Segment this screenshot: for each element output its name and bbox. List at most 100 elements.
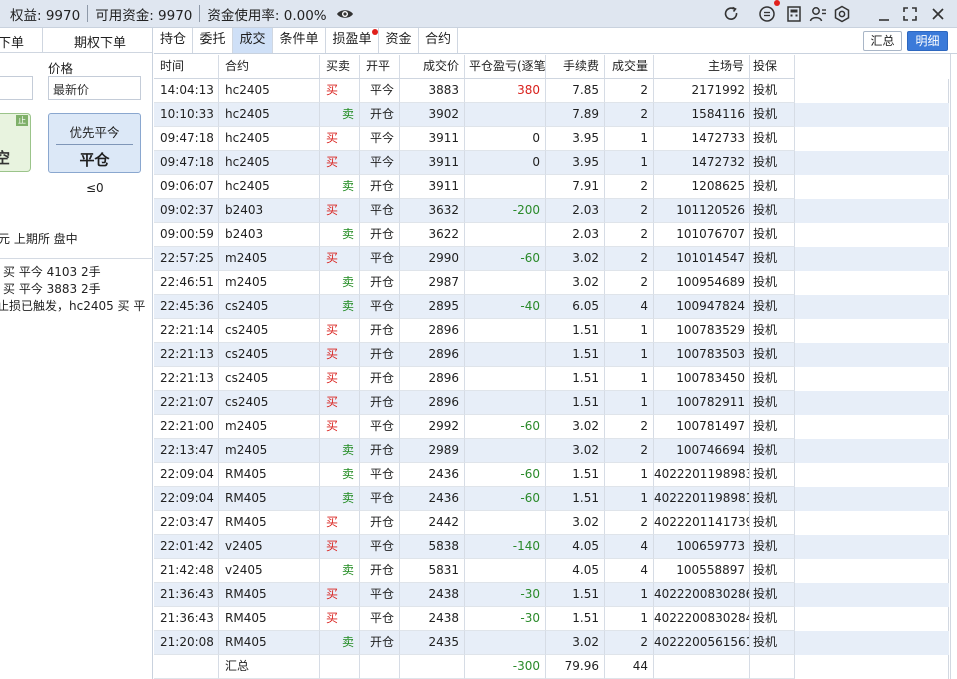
cell-contract: cs2405 [219,367,320,391]
quantity-input[interactable] [0,76,33,100]
cell-time: 22:21:07 [154,391,219,415]
table-row[interactable]: 22:46:51 m2405 卖开仓 2987 3.02 2 100954689 投机 [154,271,949,295]
cell-volume: 2 [605,199,654,223]
cell-time: 09:06:07 [154,175,219,199]
cell-hedge: 投机 [750,415,795,439]
table-row[interactable]: 22:21:13 cs2405 买开仓 2896 1.51 1 100783450 投机 [154,367,949,391]
cell-trade-no: 100783529 [654,319,750,343]
column-header[interactable]: 投保 [750,55,795,79]
cell-open-close: 平仓 [360,415,400,439]
cell-trade-no: 4022201198983 [654,463,750,487]
cell-side: 卖 [320,487,360,511]
cell-open-close: 平今 [360,151,400,175]
cell-open-close: 平仓 [360,295,400,319]
cell-price: 2989 [400,439,465,463]
maximize-icon[interactable] [900,4,920,24]
cell-hedge: 投机 [750,583,795,607]
cell-close-pnl [465,271,546,295]
cell-close-pnl [465,439,546,463]
table-row[interactable]: 22:21:07 cs2405 买开仓 2896 1.51 1 100782911 投机 [154,391,949,415]
tab-order[interactable]: 下单 [0,32,24,51]
total-fee: 79.96 [546,655,605,679]
close-position-button[interactable]: 优先平今 平仓 [48,113,141,173]
cell-open-close: 开仓 [360,511,400,535]
table-row[interactable]: 09:47:18 hc2405 买平今 3911 0 3.95 1 1472732 投机 [154,151,949,175]
cell-price: 2987 [400,271,465,295]
cell-open-close: 开仓 [360,439,400,463]
calculator-icon[interactable] [784,4,804,24]
table-row[interactable]: 22:13:47 m2405 卖开仓 2989 3.02 2 100746694 投机 [154,439,949,463]
cell-close-pnl [465,175,546,199]
table-row[interactable]: 22:57:25 m2405 买平仓 2990 -60 3.02 2 101014547 投机 [154,247,949,271]
table-row[interactable]: 22:21:00 m2405 买平仓 2992 -60 3.02 2 100781497 投机 [154,415,949,439]
close-icon[interactable] [928,4,948,24]
tab-orders[interactable]: 委托 [193,28,233,53]
cell-contract: hc2405 [219,79,320,103]
detail-button[interactable]: 明细 [907,31,948,51]
sell-open-button[interactable]: 止 空 [0,113,31,172]
table-row[interactable]: 09:06:07 hc2405 卖开仓 3911 7.91 2 1208625 投机 [154,175,949,199]
gear-icon[interactable] [832,4,852,24]
table-row[interactable]: 21:42:48 v2405 卖开仓 5831 4.05 4 100558897 投机 [154,559,949,583]
table-row[interactable]: 22:45:36 cs2405 卖平仓 2895 -40 6.05 4 100947824 投机 [154,295,949,319]
cell-side: 买 [320,583,360,607]
column-header[interactable]: 开平 [360,55,400,79]
tab-contracts[interactable]: 合约 [419,28,458,53]
table-row[interactable]: 22:09:04 RM405 卖平仓 2436 -60 1.51 1 402220119898… [154,463,949,487]
table-row[interactable]: 22:01:42 v2405 买平仓 5838 -140 4.05 4 100659773 投机 [154,535,949,559]
tab-conditional-orders[interactable]: 条件单 [273,28,326,53]
cell-hedge: 投机 [750,223,795,247]
tab-option-order[interactable]: 期权下单 [74,32,126,51]
cell-close-pnl [465,391,546,415]
cell-volume: 1 [605,607,654,631]
message-icon[interactable] [757,4,777,24]
cell-contract: hc2405 [219,175,320,199]
column-header[interactable]: 主场号 [654,55,750,79]
table-row[interactable]: 21:36:43 RM405 买平仓 2438 -30 1.51 1 402220083028… [154,607,949,631]
table-row[interactable]: 21:36:43 RM405 买平仓 2438 -30 1.51 1 402220083028… [154,583,949,607]
table-row[interactable]: 09:47:18 hc2405 买平今 3911 0 3.95 1 1472733 投机 [154,127,949,151]
cell-contract: v2405 [219,535,320,559]
stop-tag: 止 [16,115,28,126]
table-row[interactable]: 10:10:33 hc2405 卖开仓 3902 7.89 2 1584116 投机 [154,103,949,127]
cell-contract: cs2405 [219,295,320,319]
refresh-icon[interactable] [721,4,741,24]
tab-funds[interactable]: 资金 [379,28,419,53]
cell-open-close: 开仓 [360,631,400,655]
column-header[interactable]: 买卖 [320,55,360,79]
table-row[interactable]: 22:21:13 cs2405 买开仓 2896 1.51 1 100783503 投机 [154,343,949,367]
user-settings-icon[interactable] [808,4,828,24]
table-row[interactable]: 14:04:13 hc2405 买平今 3883 380 7.85 2 2171992 投机 [154,79,949,103]
cell-trade-no: 100558897 [654,559,750,583]
table-row[interactable]: 21:20:08 RM405 卖开仓 2435 3.02 2 4022200561561 投机 [154,631,949,655]
column-header[interactable]: 平仓盈亏(逐笔) [465,55,546,79]
cell-price: 3911 [400,151,465,175]
table-row[interactable]: 22:09:04 RM405 卖平仓 2436 -60 1.51 1 402220119898… [154,487,949,511]
column-header[interactable]: 成交价 [400,55,465,79]
cell-volume: 1 [605,319,654,343]
cell-open-close: 开仓 [360,319,400,343]
cell-fee: 3.02 [546,415,605,439]
tab-positions[interactable]: 持仓 [154,28,193,53]
column-header[interactable]: 合约 [219,55,320,79]
summary-button[interactable]: 汇总 [863,31,902,51]
cell-hedge: 投机 [750,439,795,463]
table-row[interactable]: 22:03:47 RM405 买开仓 2442 3.02 2 4022201141739 投机 [154,511,949,535]
cell-volume: 1 [605,463,654,487]
table-row[interactable]: 09:00:59 b2403 卖开仓 3622 2.03 2 101076707 投机 [154,223,949,247]
tab-trades[interactable]: 成交 [233,28,273,53]
column-header[interactable]: 手续费 [546,55,605,79]
cell-close-pnl: -40 [465,295,546,319]
minimize-icon[interactable] [874,4,894,24]
column-header[interactable]: 成交量 [605,55,654,79]
table-row[interactable]: 22:21:14 cs2405 买开仓 2896 1.51 1 100783529 投机 [154,319,949,343]
eye-icon[interactable] [336,5,354,23]
cell-hedge: 投机 [750,391,795,415]
cell-close-pnl [465,319,546,343]
cell-trade-no: 1472732 [654,151,750,175]
table-row[interactable]: 09:02:37 b2403 买平仓 3632 -200 2.03 2 101120526 投机 [154,199,949,223]
price-input[interactable]: 最新价 [48,76,141,100]
cell-time: 22:21:14 [154,319,219,343]
column-header[interactable]: 时间 [154,55,219,79]
records-panel: 持仓 委托 成交 条件单 损盈单 资金 合约 汇总 明细 时间 合约 买卖 开平… [154,28,957,679]
